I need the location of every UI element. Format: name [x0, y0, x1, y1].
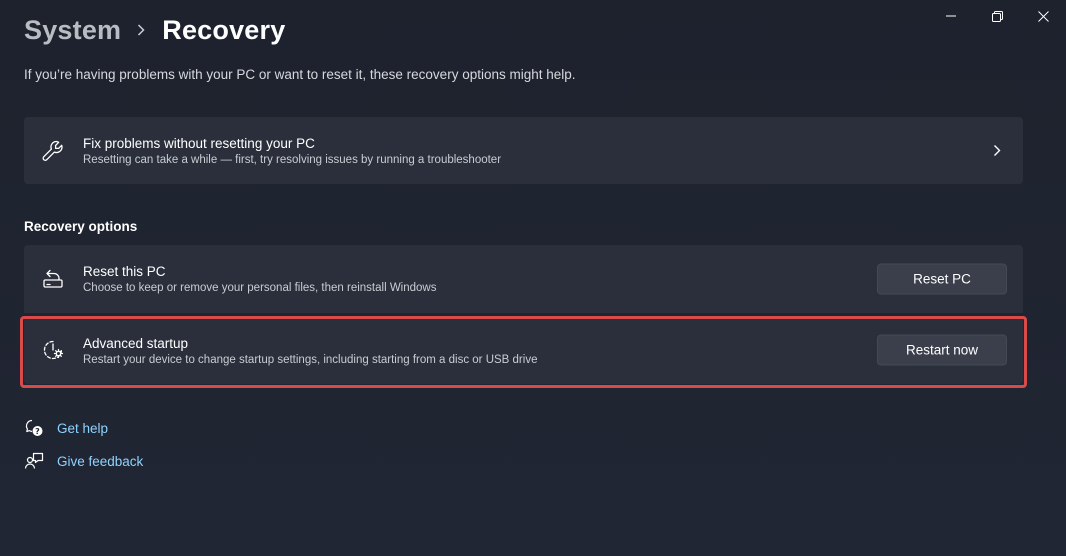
fix-problems-card[interactable]: Fix problems without resetting your PC R… [24, 117, 1023, 184]
page-title: Recovery [162, 14, 286, 45]
reset-pc-button[interactable]: Reset PC [877, 263, 1007, 295]
fix-problems-description: Resetting can take a while — first, try … [83, 154, 502, 166]
give-feedback-label: Give feedback [57, 453, 144, 469]
window-controls [928, 0, 1066, 32]
get-help-label: Get help [57, 420, 109, 436]
restart-now-button[interactable]: Restart now [877, 334, 1007, 366]
reset-pc-title: Reset this PC [83, 264, 166, 279]
breadcrumb-chevron-icon [137, 24, 145, 36]
get-help-link[interactable]: ? Get help [24, 418, 108, 438]
chevron-right-icon [990, 144, 1004, 158]
feedback-icon [24, 451, 44, 471]
wrench-icon [40, 138, 66, 164]
minimize-button[interactable] [928, 0, 974, 32]
reset-pc-description: Choose to keep or remove your personal f… [83, 282, 437, 294]
restore-button[interactable] [974, 0, 1020, 32]
restore-icon [991, 10, 1003, 22]
reset-pc-icon [40, 266, 66, 292]
give-feedback-link[interactable]: Give feedback [24, 451, 143, 471]
minimize-icon [946, 15, 956, 17]
recovery-settings-page: System Recovery If you’re having problem… [0, 0, 1066, 556]
get-help-icon: ? [24, 418, 44, 438]
advanced-startup-icon [40, 337, 66, 363]
svg-text:?: ? [35, 427, 40, 436]
breadcrumb: System Recovery [24, 10, 285, 50]
reset-pc-card: Reset this PC Choose to keep or remove y… [24, 245, 1023, 313]
advanced-startup-title: Advanced startup [83, 336, 189, 351]
advanced-startup-description: Restart your device to change startup se… [83, 354, 538, 366]
breadcrumb-system[interactable]: System [24, 15, 121, 46]
close-button[interactable] [1020, 0, 1066, 32]
page-subtitle: If you’re having problems with your PC o… [24, 67, 576, 82]
recovery-options-heading: Recovery options [24, 219, 138, 234]
advanced-startup-card: Advanced startup Restart your device to … [24, 316, 1023, 384]
fix-problems-title: Fix problems without resetting your PC [83, 136, 315, 151]
close-icon [1037, 10, 1049, 22]
